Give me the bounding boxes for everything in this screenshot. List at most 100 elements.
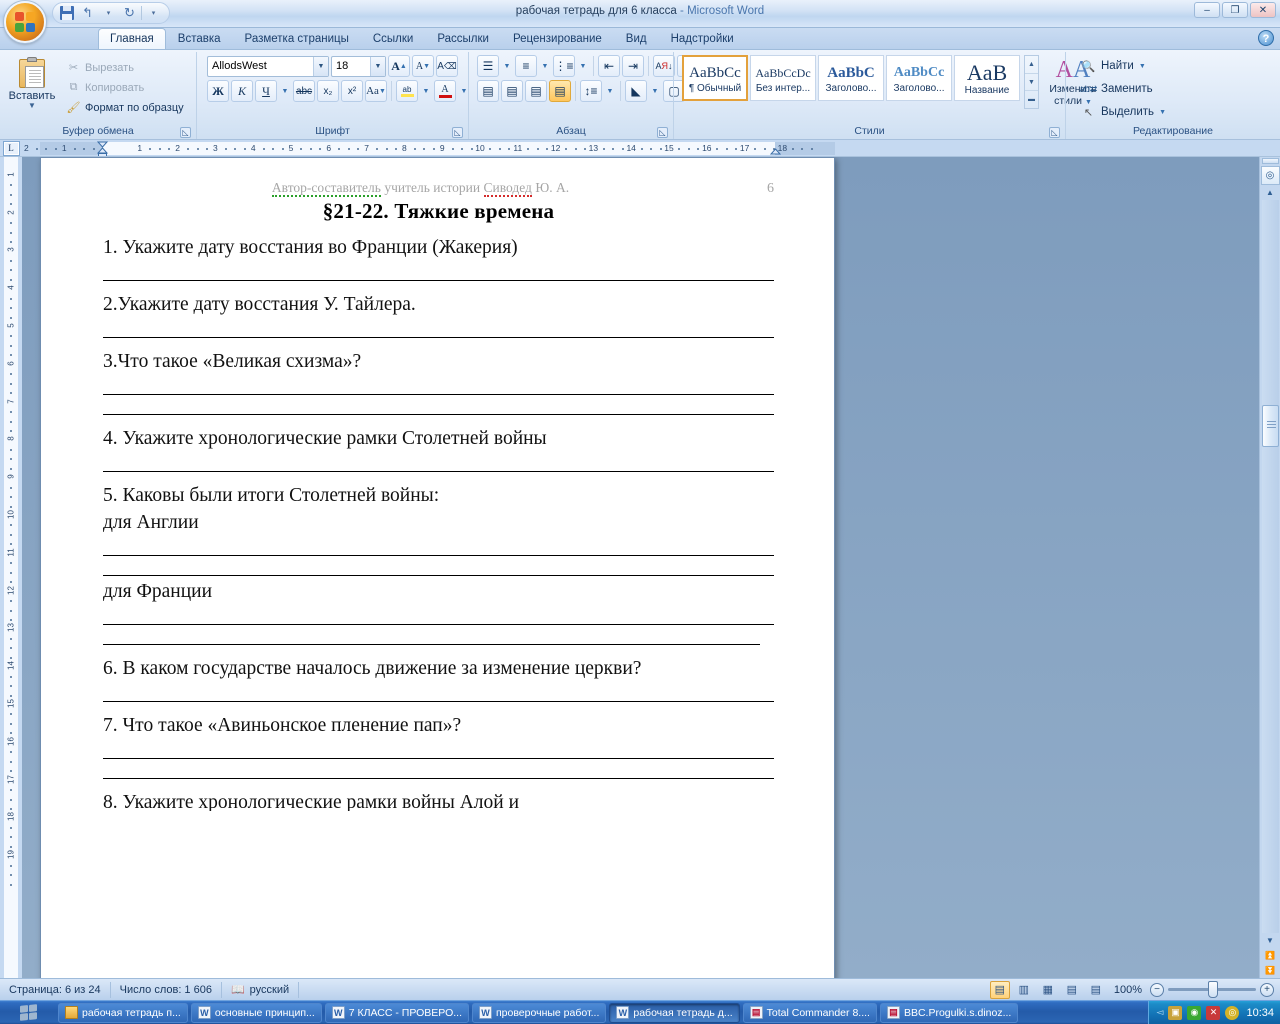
print-layout-view-button[interactable]: ▤ xyxy=(989,980,1010,999)
styles-scroll-up-icon[interactable]: ▲ xyxy=(1025,56,1038,74)
taskbar-item-6[interactable]: ▤ BBC.Progulki.s.dinoz... xyxy=(879,1002,1019,1023)
taskbar-clock[interactable]: 10:34 xyxy=(1244,1007,1274,1019)
tab-home[interactable]: Главная xyxy=(98,28,166,49)
italic-button[interactable]: К xyxy=(231,80,253,102)
styles-more-icon[interactable]: ▬ xyxy=(1025,91,1038,108)
zoom-level-label[interactable]: 100% xyxy=(1110,984,1146,996)
cut-button[interactable]: ✂ Вырезать xyxy=(62,58,188,77)
numbering-dropdown-icon[interactable]: ▼ xyxy=(539,55,551,77)
font-size-combo[interactable]: 18 ▼ xyxy=(331,55,386,77)
styles-gallery-scrollbar[interactable]: ▲ ▼ ▬ xyxy=(1024,55,1039,109)
tab-addins[interactable]: Надстройки xyxy=(659,28,746,49)
select-dropdown-icon[interactable]: ▼ xyxy=(1159,109,1166,116)
document-canvas[interactable]: Автор-составитель учитель истории Сиводе… xyxy=(22,157,1259,978)
style-no-spacing[interactable]: AaBbCcDc Без интер... xyxy=(750,55,816,101)
font-dialog-launcher[interactable]: ◺ xyxy=(452,127,463,138)
paste-button[interactable]: Вставить ▼ xyxy=(4,55,60,110)
horizontal-ruler[interactable]: 2 1 1 2 3 4 5 6 7 8 9 10 11 12 13 14 15 16 17 18 xyxy=(22,140,1259,156)
subscript-button[interactable]: x₂ xyxy=(317,80,339,102)
close-button[interactable]: ✕ xyxy=(1250,2,1276,18)
paragraph-dialog-launcher[interactable]: ◺ xyxy=(657,127,668,138)
select-browse-object-icon[interactable]: ◎ xyxy=(1260,166,1280,185)
vertical-ruler[interactable]: 1 2 3 4 5 6 7 8 9 10 11 12 13 14 15 16 17 18 19 xyxy=(0,157,22,978)
document-page[interactable]: Автор-составитель учитель истории Сиводе… xyxy=(40,157,835,978)
vertical-scrollbar[interactable]: ◎ ▲ ▼ ⏫ ⏬ xyxy=(1259,157,1280,978)
font-name-combo[interactable]: AllodsWest ▼ xyxy=(207,55,329,77)
font-color-button[interactable]: A xyxy=(434,80,456,102)
zoom-in-button[interactable]: + xyxy=(1260,982,1274,997)
increase-indent-icon[interactable]: ⇥ xyxy=(622,55,644,77)
utility-icon[interactable]: ✕ xyxy=(1206,1005,1221,1020)
language-status[interactable]: 📖 русский xyxy=(222,981,300,998)
start-button[interactable] xyxy=(1,1002,55,1024)
taskbar-item-5[interactable]: ▤ Total Commander 8.... xyxy=(742,1002,877,1023)
full-screen-reading-view-button[interactable]: ▥ xyxy=(1014,981,1034,999)
align-left-icon[interactable]: ▤ xyxy=(477,80,499,102)
paste-dropdown-icon[interactable]: ▼ xyxy=(28,102,36,110)
numbered-list-icon[interactable]: ≡ xyxy=(515,55,537,77)
previous-page-icon[interactable]: ⏫ xyxy=(1262,948,1279,963)
bullet-list-icon[interactable]: ☰ xyxy=(477,55,499,77)
grow-font-button[interactable]: A ▲ xyxy=(388,55,410,77)
split-window-handle[interactable] xyxy=(1261,158,1279,164)
shrink-font-button[interactable]: A ▼ xyxy=(412,55,434,77)
restore-button[interactable]: ❐ xyxy=(1222,2,1248,18)
right-indent-marker[interactable] xyxy=(769,148,782,156)
style-heading-2[interactable]: AaBbCc Заголово... xyxy=(886,55,952,101)
bullet-dropdown-icon[interactable]: ▼ xyxy=(501,55,513,77)
network-icon[interactable]: ▣ xyxy=(1168,1005,1183,1020)
find-dropdown-icon[interactable]: ▼ xyxy=(1139,63,1146,70)
web-layout-view-button[interactable]: ▦ xyxy=(1038,981,1058,999)
format-painter-button[interactable]: 🖌 Формат по образцу xyxy=(62,98,188,117)
shading-icon[interactable]: ◣ xyxy=(625,80,647,102)
zoom-slider[interactable] xyxy=(1168,981,1256,998)
align-right-icon[interactable]: ▤ xyxy=(525,80,547,102)
tab-view[interactable]: Вид xyxy=(614,28,659,49)
bold-button[interactable]: Ж xyxy=(207,80,229,102)
font-name-dropdown-icon[interactable]: ▼ xyxy=(313,56,328,76)
replace-button[interactable]: ab⇄ Заменить xyxy=(1076,78,1158,100)
decrease-indent-icon[interactable]: ⇤ xyxy=(598,55,620,77)
taskbar-item-4[interactable]: W рабочая тетрадь д... xyxy=(609,1002,740,1023)
taskbar-item-1[interactable]: W основные принцип... xyxy=(190,1002,322,1023)
shading-dropdown-icon[interactable]: ▼ xyxy=(649,80,661,102)
tab-review[interactable]: Рецензирование xyxy=(501,28,614,49)
zoom-out-button[interactable]: − xyxy=(1150,982,1164,997)
taskbar-item-2[interactable]: W 7 КЛАСС - ПРОВЕРО... xyxy=(324,1002,469,1023)
style-heading-1[interactable]: AaBbC Заголово... xyxy=(818,55,884,101)
line-spacing-dropdown-icon[interactable]: ▼ xyxy=(604,80,616,102)
disc-icon[interactable]: ◎ xyxy=(1225,1005,1240,1020)
line-spacing-icon[interactable]: ↕≡ xyxy=(580,80,602,102)
strikethrough-button[interactable]: abc xyxy=(293,80,315,102)
copy-button[interactable]: ⧉ Копировать xyxy=(62,78,188,97)
zoom-slider-thumb[interactable] xyxy=(1208,981,1218,998)
multilevel-dropdown-icon[interactable]: ▼ xyxy=(577,55,589,77)
find-button[interactable]: 🔍 Найти ▼ xyxy=(1076,55,1151,77)
word-count-status[interactable]: Число слов: 1 606 xyxy=(111,981,222,998)
tab-references[interactable]: Ссылки xyxy=(361,28,426,49)
clipboard-dialog-launcher[interactable]: ◺ xyxy=(180,127,191,138)
text-highlight-button[interactable]: ab xyxy=(396,80,418,102)
align-center-icon[interactable]: ▤ xyxy=(501,80,523,102)
sort-icon[interactable]: AЯ↓ xyxy=(653,55,675,77)
superscript-button[interactable]: x² xyxy=(341,80,363,102)
help-icon[interactable]: ? xyxy=(1258,30,1274,46)
font-size-dropdown-icon[interactable]: ▼ xyxy=(370,56,385,76)
underline-dropdown-icon[interactable]: ▼ xyxy=(279,80,291,102)
tab-page-layout[interactable]: Разметка страницы xyxy=(233,28,361,49)
clear-formatting-button[interactable]: A ⌫ xyxy=(436,55,458,77)
tab-insert[interactable]: Вставка xyxy=(166,28,233,49)
outline-view-button[interactable]: ▤ xyxy=(1062,981,1082,999)
taskbar-item-3[interactable]: W проверочные работ... xyxy=(471,1002,607,1023)
draft-view-button[interactable]: ▤ xyxy=(1086,981,1106,999)
tab-stop-selector[interactable]: L xyxy=(0,140,22,156)
page-status[interactable]: Страница: 6 из 24 xyxy=(0,981,111,998)
styles-scroll-down-icon[interactable]: ▼ xyxy=(1025,74,1038,92)
indent-markers[interactable] xyxy=(96,140,109,156)
multilevel-list-icon[interactable]: ⋮≡ xyxy=(553,55,575,77)
antivirus-icon[interactable]: ◉ xyxy=(1187,1005,1202,1020)
tray-expand-icon[interactable]: ◅ xyxy=(1157,1007,1164,1018)
next-page-icon[interactable]: ⏬ xyxy=(1262,963,1279,978)
change-case-button[interactable]: Aa ▼ xyxy=(365,80,387,102)
scroll-down-icon[interactable]: ▼ xyxy=(1262,933,1279,948)
